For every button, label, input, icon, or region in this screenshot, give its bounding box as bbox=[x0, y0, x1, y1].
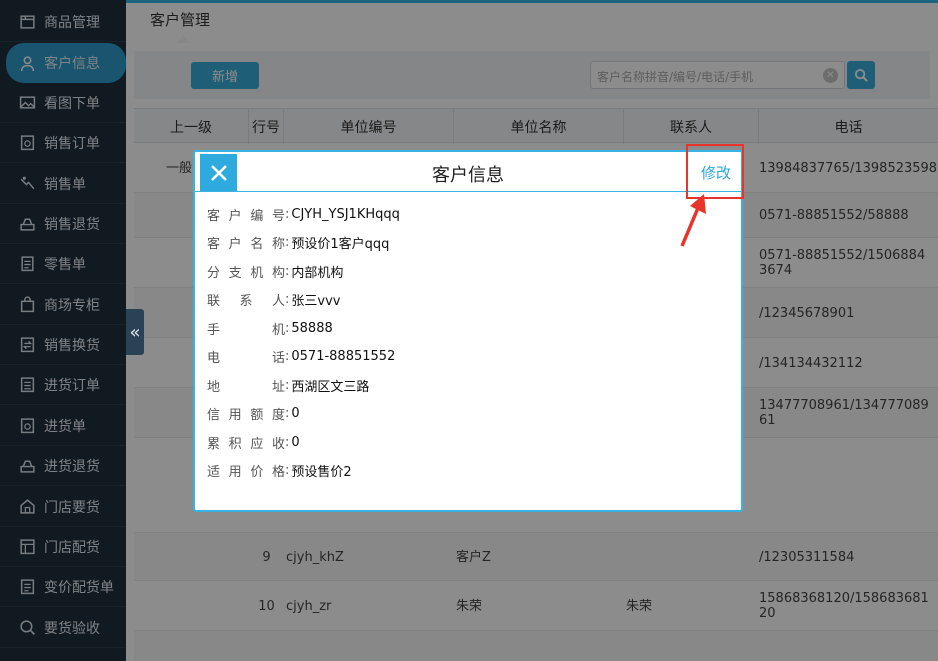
dialog-header: 客户信息 修改 bbox=[195, 152, 741, 192]
field-customer-code: 客户编号: CJYH_YSJ1KHqqq bbox=[207, 206, 400, 224]
field-label: 累积应收 bbox=[207, 436, 285, 452]
field-address: 地址: 西湖区文三路 bbox=[207, 377, 370, 395]
customer-info-dialog: 客户信息 修改 客户编号: CJYH_YSJ1KHqqq 客户名称: 预设价1客… bbox=[193, 150, 743, 512]
close-icon bbox=[210, 164, 227, 181]
field-label: 联系人 bbox=[207, 293, 285, 309]
field-applicable-price: 适用价格: 预设售价2 bbox=[207, 462, 352, 480]
field-credit-limit: 信用额度: 0 bbox=[207, 405, 300, 423]
field-label: 信用额度 bbox=[207, 407, 285, 423]
field-label: 客户名称 bbox=[207, 236, 285, 252]
field-value: 内部机构 bbox=[291, 265, 344, 281]
field-value: 预设价1客户qqq bbox=[291, 236, 390, 252]
field-phone: 电话: 0571-88851552 bbox=[207, 348, 396, 366]
field-label: 适用价格 bbox=[207, 464, 285, 480]
field-value: CJYH_YSJ1KHqqq bbox=[291, 206, 400, 222]
field-label: 电话 bbox=[207, 350, 285, 366]
field-label: 客户编号 bbox=[207, 208, 285, 224]
field-label: 地址 bbox=[207, 379, 285, 395]
annotation-arrow-icon bbox=[680, 194, 706, 247]
field-value: 58888 bbox=[291, 320, 333, 336]
field-value: 0 bbox=[291, 434, 300, 450]
field-branch: 分支机构: 内部机构 bbox=[207, 263, 344, 281]
field-label: 手机 bbox=[207, 322, 285, 338]
field-value: 预设售价2 bbox=[291, 464, 352, 480]
field-value: 张三vvv bbox=[291, 293, 341, 309]
field-customer-name: 客户名称: 预设价1客户qqq bbox=[207, 234, 390, 252]
field-mobile: 手机: 58888 bbox=[207, 320, 333, 338]
field-value: 0 bbox=[291, 405, 300, 421]
highlight-box bbox=[686, 144, 744, 199]
close-button[interactable] bbox=[200, 154, 237, 191]
field-value: 西湖区文三路 bbox=[291, 379, 370, 395]
field-value: 0571-88851552 bbox=[291, 348, 396, 364]
field-label: 分支机构 bbox=[207, 265, 285, 281]
field-accumulated-receivable: 累积应收: 0 bbox=[207, 434, 300, 452]
collapse-sidebar-button[interactable]: « bbox=[126, 309, 144, 355]
dialog-title: 客户信息 bbox=[432, 165, 504, 186]
field-contact-person: 联系人: 张三vvv bbox=[207, 291, 341, 309]
